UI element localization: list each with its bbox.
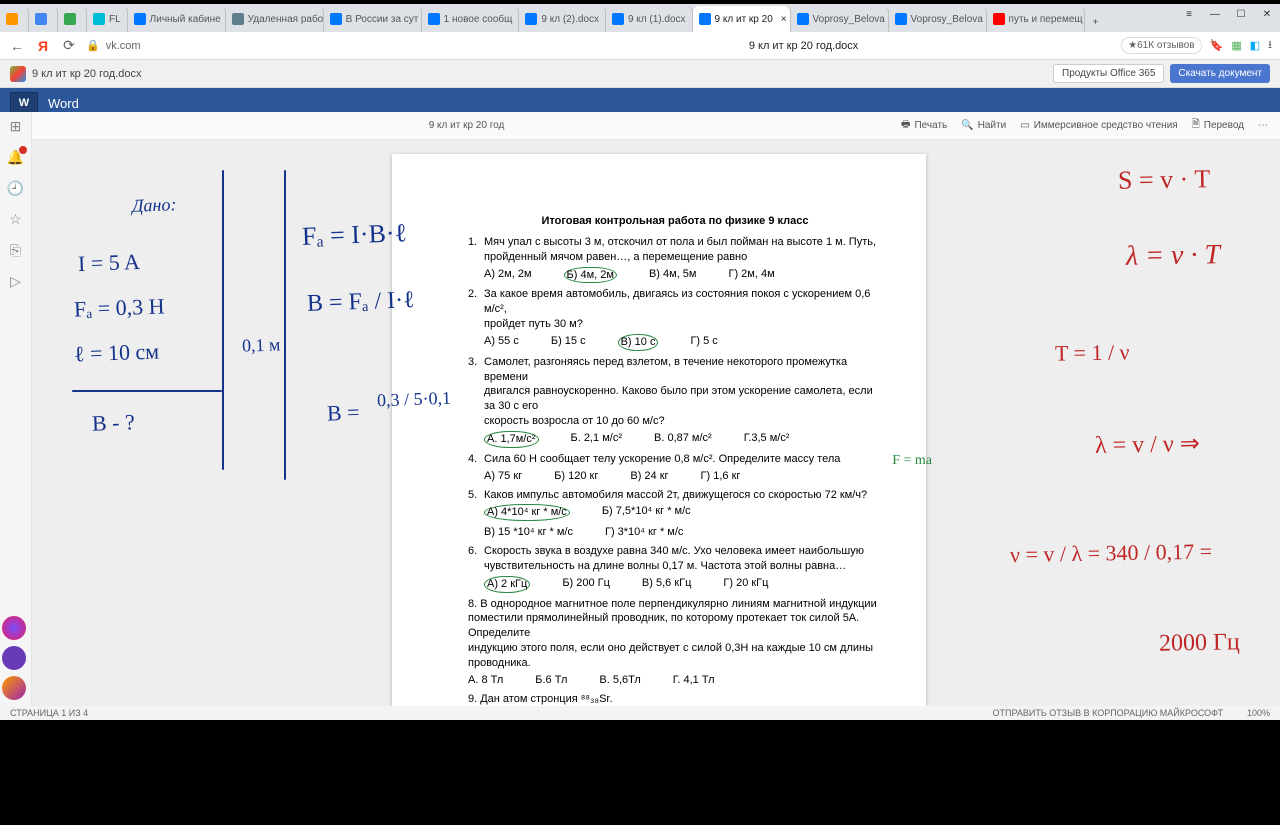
- favicon-icon: [525, 13, 537, 25]
- breadcrumb[interactable]: 9 кл ит кр 20 год.docx: [32, 68, 141, 80]
- more-icon[interactable]: ⋯: [1258, 120, 1268, 131]
- doc-toolbar: 9 кл ит кр 20 год 🖶Печать 🔍Найти ▭Иммерс…: [32, 112, 1280, 140]
- favicon-icon: [797, 13, 809, 25]
- rail-history-icon[interactable]: 🕘: [7, 180, 24, 197]
- browser-tab[interactable]: [0, 6, 29, 32]
- tab-label: 9 кл ит кр 20: [715, 14, 773, 25]
- window-chrome: ≡ — ☐ ✕: [1176, 4, 1280, 24]
- assistant3-icon[interactable]: [2, 676, 26, 700]
- doc-subheader: 9 кл ит кр 20 год.docx Продукты Office 3…: [0, 60, 1280, 88]
- word-logo-icon: W: [10, 92, 38, 114]
- download-doc-button[interactable]: Скачать документ: [1170, 64, 1270, 83]
- favicon-icon: [134, 13, 146, 25]
- find-button[interactable]: 🔍Найти: [961, 120, 1006, 131]
- browser-tab[interactable]: 1 новое сообщ: [422, 6, 520, 32]
- ext2-icon[interactable]: ◧: [1250, 39, 1260, 52]
- rail-share-icon[interactable]: ⎘: [10, 242, 21, 259]
- tab-label: 9 кл (1).docx: [628, 14, 686, 25]
- browser-tab[interactable]: В России за сут: [324, 6, 422, 32]
- rail-bell-icon[interactable]: 🔔: [7, 149, 24, 166]
- favicon-icon: [699, 13, 711, 25]
- print-button[interactable]: 🖶Печать: [901, 117, 947, 134]
- rail-play-icon[interactable]: ▷: [10, 273, 21, 290]
- browser-toolbar: ← Я ⟳ 🔒 vk.com 9 кл ит кр 20 год.docx ★6…: [0, 32, 1280, 60]
- favicon-icon: [895, 13, 907, 25]
- tab-label: FL: [109, 14, 121, 25]
- lock-icon: 🔒: [86, 39, 100, 52]
- zoom-label: 100%: [1247, 708, 1270, 718]
- browser-tab[interactable]: [29, 6, 58, 32]
- browser-tab[interactable]: Удаленная рабо: [226, 6, 324, 32]
- translate-button[interactable]: 🗎Перевод: [1192, 117, 1244, 134]
- download-icon[interactable]: ⭳: [1268, 36, 1272, 55]
- tab-label: путь и перемещ: [1009, 14, 1083, 25]
- translate-icon: 🗎: [1192, 117, 1200, 134]
- tab-label: Voprosy_Belova: [813, 14, 885, 25]
- tab-label: 1 новое сообщ: [444, 14, 513, 25]
- window-max-icon[interactable]: ☐: [1232, 5, 1250, 23]
- favicon-icon: [993, 13, 1005, 25]
- browser-tab[interactable]: [58, 6, 87, 32]
- page-title: 9 кл ит кр 20 год.docx: [494, 40, 1113, 52]
- tab-label: Voprosy_Belova: [911, 14, 983, 25]
- reviews-badge[interactable]: ★61К отзывов: [1121, 37, 1201, 54]
- browser-tab[interactable]: 9 кл (1).docx: [606, 6, 693, 32]
- window-min-icon[interactable]: —: [1206, 5, 1224, 23]
- tab-label: В России за сут: [346, 14, 419, 25]
- document-canvas: Итоговая контрольная работа по физике 9 …: [32, 140, 1280, 706]
- favicon-icon: [64, 13, 76, 25]
- browser-tab[interactable]: 9 кл (2).docx: [519, 6, 606, 32]
- browser-tab[interactable]: 9 кл ит кр 20 ×: [693, 6, 791, 32]
- print-icon: 🖶: [901, 117, 910, 134]
- products-button[interactable]: Продукты Office 365: [1053, 64, 1164, 83]
- close-tab-icon[interactable]: ×: [781, 14, 787, 25]
- rail-star-icon[interactable]: ☆: [9, 211, 22, 228]
- ext1-icon[interactable]: ▦: [1231, 39, 1241, 52]
- handwriting-fma: F = ma: [892, 452, 932, 471]
- browser-tab[interactable]: путь и перемещ: [987, 6, 1085, 32]
- tab-label: 9 кл (2).docx: [541, 14, 599, 25]
- doc-title: 9 кл ит кр 20 год: [32, 120, 901, 131]
- tab-label: Личный кабине: [150, 14, 221, 25]
- doc-heading: Итоговая контрольная работа по физике 9 …: [468, 214, 882, 229]
- assistant2-icon[interactable]: [2, 646, 26, 670]
- browser-tab[interactable]: Личный кабине: [128, 6, 226, 32]
- favicon-icon: [35, 13, 47, 25]
- new-tab-button[interactable]: +: [1085, 13, 1107, 32]
- browser-tab[interactable]: Voprosy_Belova: [791, 6, 889, 32]
- browser-tab[interactable]: Voprosy_Belova: [889, 6, 987, 32]
- url-text: vk.com: [106, 40, 141, 52]
- document-page: Итоговая контрольная работа по физике 9 …: [392, 154, 926, 714]
- favicon-icon: [330, 13, 342, 25]
- bookmark-icon[interactable]: 🔖: [1210, 39, 1224, 52]
- favicon-icon: [6, 13, 18, 25]
- rail-apps-icon[interactable]: ⊞: [10, 118, 22, 135]
- alice-icon[interactable]: [2, 616, 26, 640]
- browser-tab-strip: FL Личный кабине Удаленная рабо В России за…: [0, 4, 1280, 32]
- word-app-name: Word: [48, 96, 79, 111]
- book-icon: ▭: [1020, 120, 1029, 131]
- favicon-icon: [93, 13, 105, 25]
- tab-label: Удаленная рабо: [248, 14, 324, 25]
- page-indicator: СТРАНИЦА 1 ИЗ 4: [10, 708, 88, 718]
- nav-reload-icon[interactable]: ⟳: [60, 37, 78, 54]
- immersive-button[interactable]: ▭Иммерсивное средство чтения: [1020, 120, 1177, 131]
- favicon-icon: [232, 13, 244, 25]
- yandex-logo-icon[interactable]: Я: [34, 38, 52, 54]
- window-other-icon[interactable]: ≡: [1180, 5, 1198, 23]
- window-close-icon[interactable]: ✕: [1258, 5, 1276, 23]
- search-icon: 🔍: [961, 120, 973, 131]
- favicon-icon: [428, 13, 440, 25]
- status-bar: СТРАНИЦА 1 ИЗ 4 ОТПРАВИТЬ ОТЗЫВ В КОРПОР…: [0, 706, 1280, 720]
- nav-back-icon[interactable]: ←: [8, 38, 26, 54]
- page-content: Итоговая контрольная работа по физике 9 …: [468, 214, 882, 825]
- favicon-icon: [612, 13, 624, 25]
- doc-icon: [10, 66, 26, 82]
- address-bar[interactable]: 🔒 vk.com: [86, 39, 486, 52]
- browser-tab[interactable]: FL: [87, 6, 128, 32]
- assistant-floaters: [2, 616, 26, 700]
- feedback-link[interactable]: ОТПРАВИТЬ ОТЗЫВ В КОРПОРАЦИЮ МАЙКРОСОФТ: [993, 708, 1223, 718]
